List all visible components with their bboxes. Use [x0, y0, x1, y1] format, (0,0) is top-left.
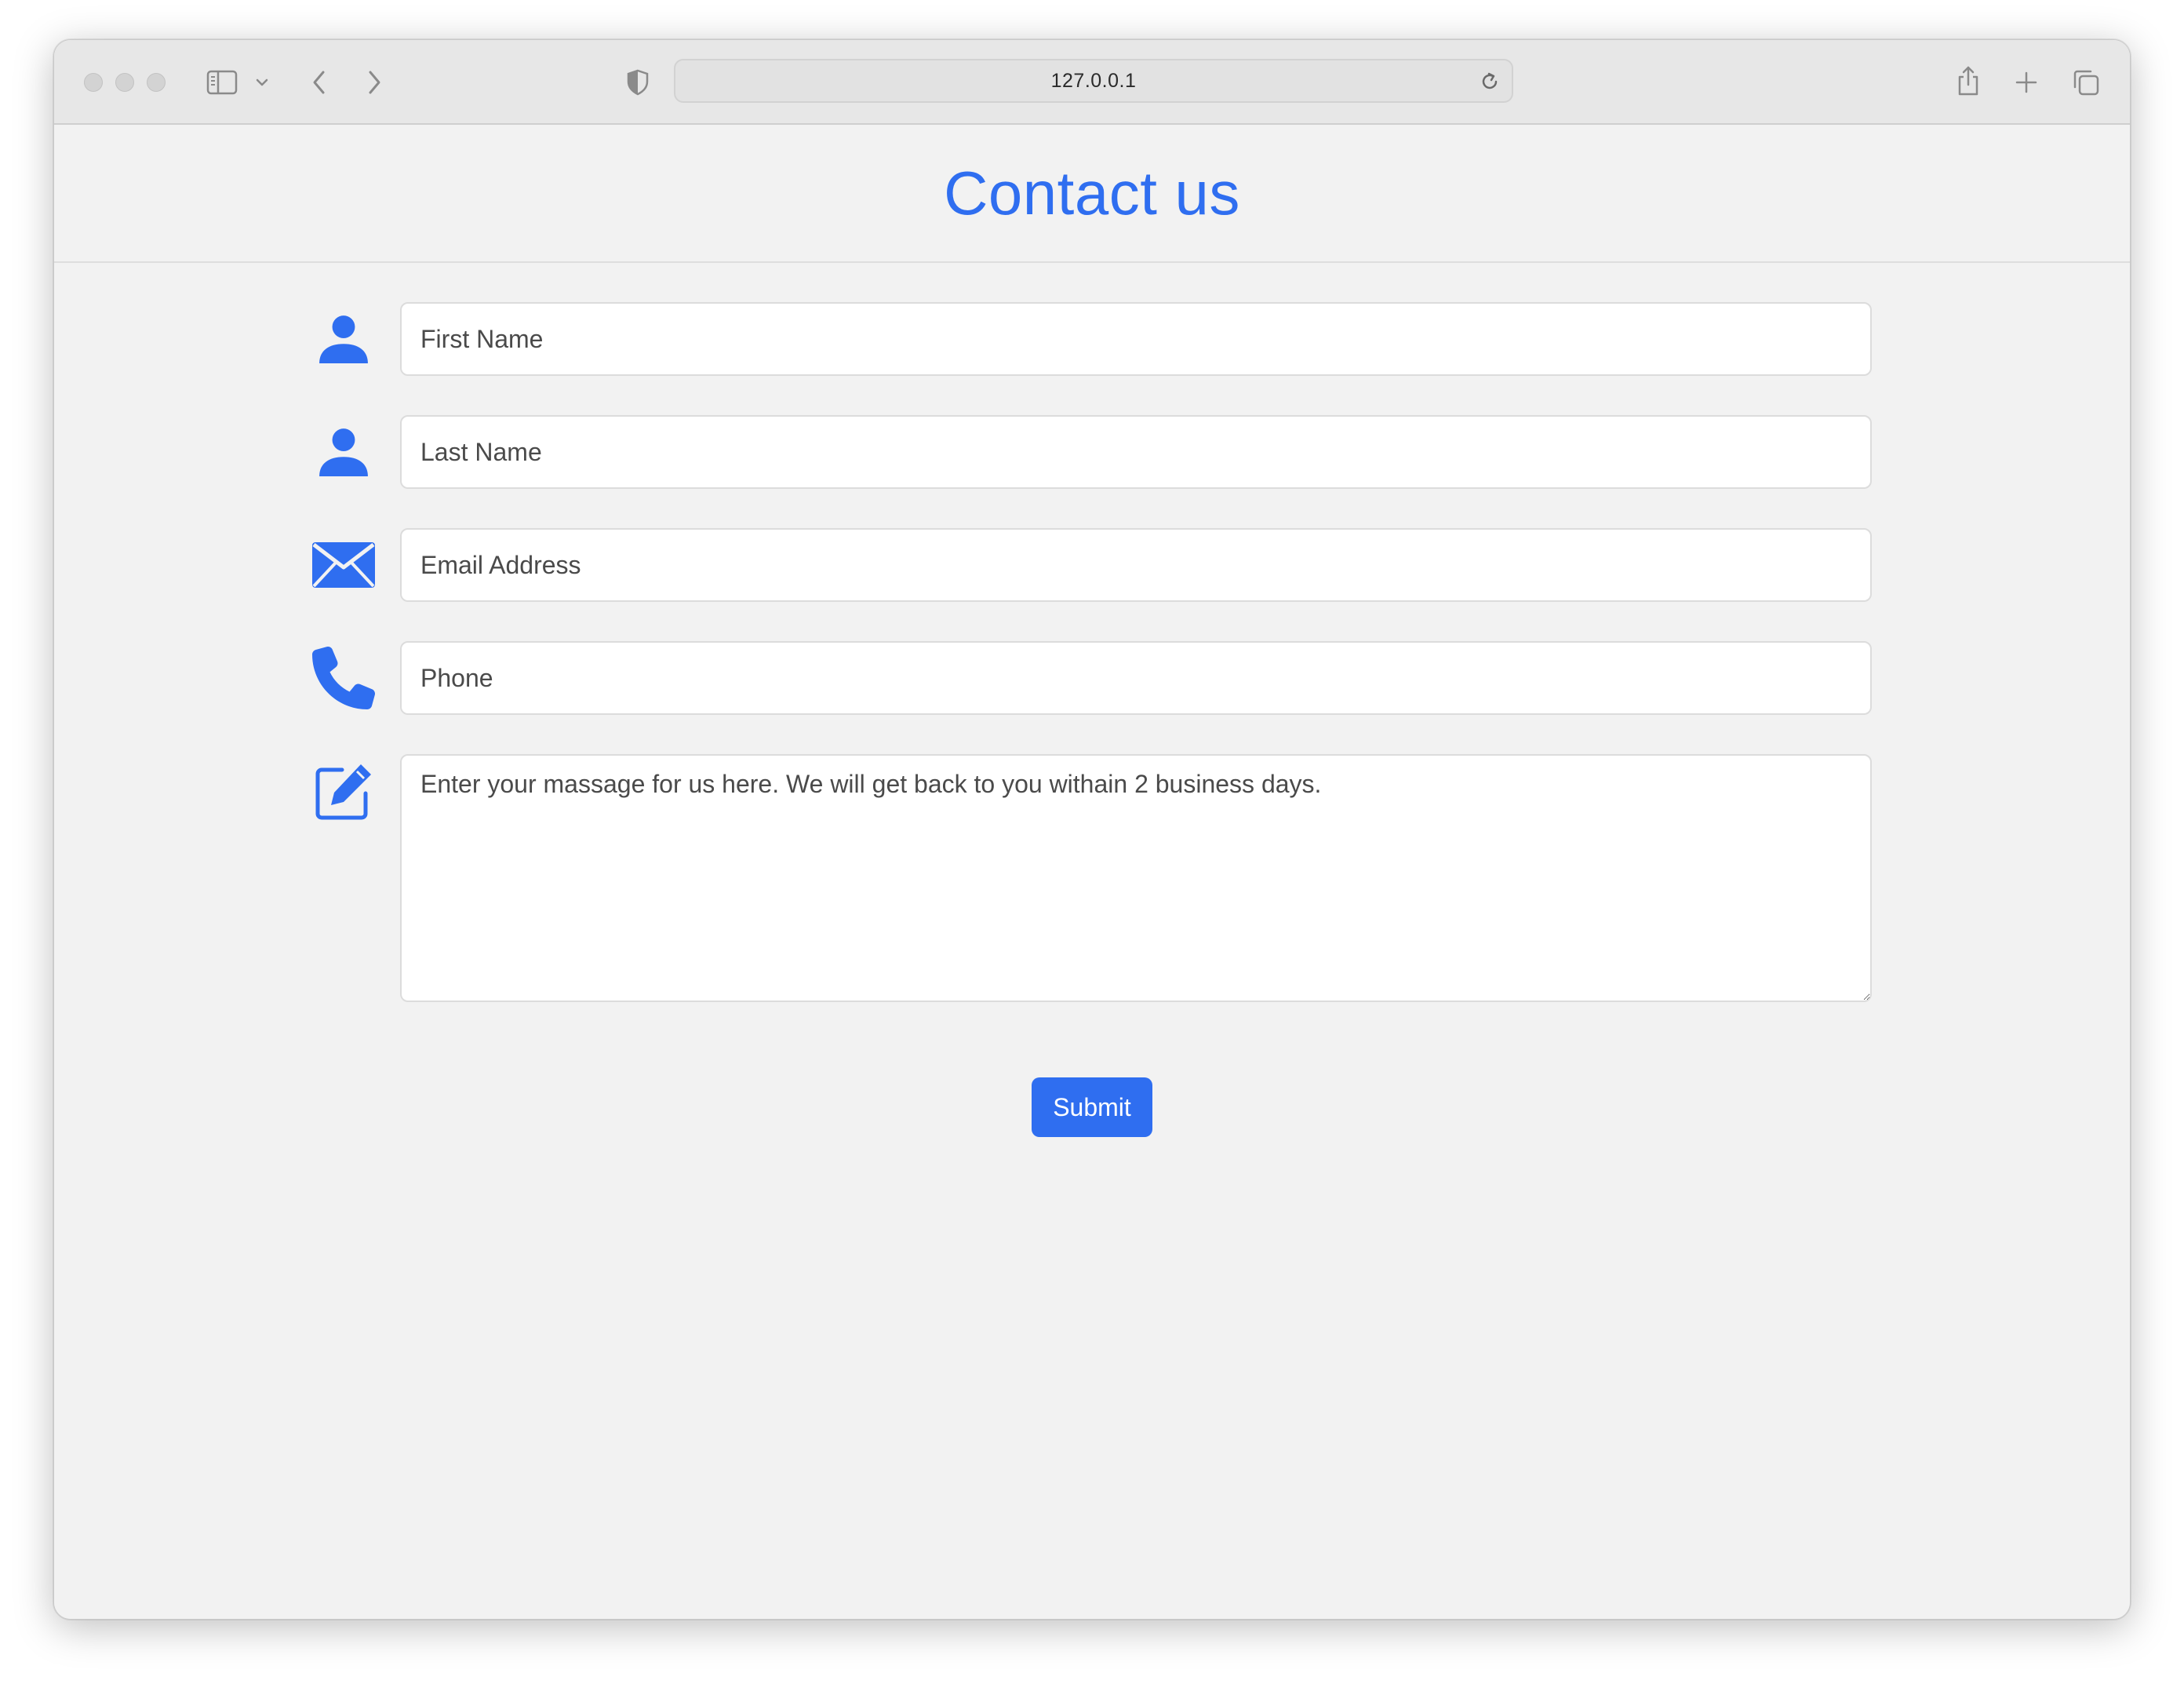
chevron-down-icon[interactable] — [253, 75, 271, 90]
tabs-icon[interactable] — [2069, 67, 2103, 98]
reload-icon[interactable] — [1479, 71, 1501, 97]
email-input[interactable] — [400, 528, 1872, 602]
chevron-right-icon[interactable] — [359, 67, 390, 98]
page-header: Contact us — [54, 125, 2130, 263]
zoom-window-button[interactable] — [147, 73, 166, 92]
page-title: Contact us — [944, 158, 1240, 228]
last-name-input[interactable] — [400, 415, 1872, 489]
browser-window: 127.0.0.1 Contact us First Name Last Nam… — [53, 39, 2131, 1620]
edit-icon — [308, 760, 379, 823]
person-icon — [308, 302, 379, 376]
message-textarea[interactable] — [400, 754, 1872, 1002]
browser-toolbar: 127.0.0.1 — [54, 40, 2130, 125]
submit-button[interactable]: Submit — [1032, 1077, 1152, 1137]
chevron-left-icon[interactable] — [304, 67, 335, 98]
sidebar-icon[interactable] — [205, 67, 239, 98]
first-name-input[interactable] — [400, 302, 1872, 376]
url-text: 127.0.0.1 — [1050, 69, 1137, 92]
page-content: Contact us First Name Last Name Email Ad… — [54, 125, 2130, 1619]
minimize-window-button[interactable] — [115, 73, 134, 92]
share-icon[interactable] — [1953, 62, 1984, 100]
phone-input[interactable] — [400, 641, 1872, 715]
shield-icon[interactable] — [622, 67, 653, 98]
phone-icon — [308, 641, 379, 715]
close-window-button[interactable] — [84, 73, 103, 92]
envelope-icon — [308, 528, 379, 602]
address-bar[interactable]: 127.0.0.1 — [674, 59, 1513, 103]
person-icon — [308, 415, 379, 489]
plus-icon[interactable] — [2011, 67, 2042, 98]
